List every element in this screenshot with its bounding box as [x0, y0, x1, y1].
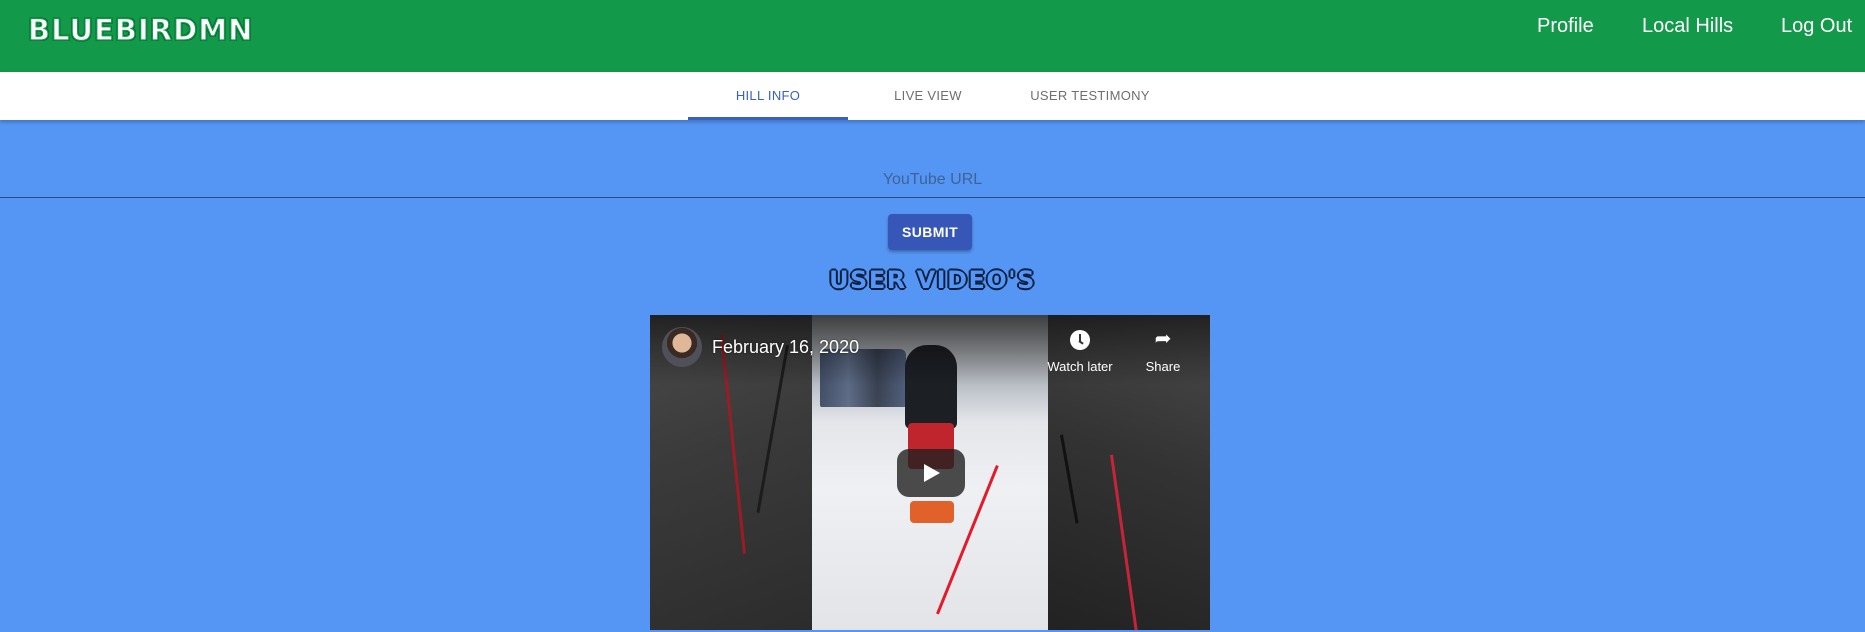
share-arrow-icon: ➦ [1154, 328, 1172, 350]
watch-later-label: Watch later [1047, 359, 1113, 374]
nav-profile-link[interactable]: Profile [1537, 15, 1594, 38]
tab-hill-info[interactable]: HILL INFO [688, 72, 848, 120]
tab-bar: HILL INFO LIVE VIEW USER TESTIMONY [0, 72, 1865, 120]
watch-later-button[interactable]: Watch later [1045, 327, 1115, 374]
submit-button[interactable]: SUBMIT [888, 214, 972, 250]
share-button[interactable]: ➦ Share [1128, 327, 1198, 374]
channel-avatar[interactable] [662, 327, 702, 367]
youtube-video-player[interactable]: February 16, 2020 Watch later ➦ Share [650, 315, 1210, 630]
user-videos-heading: USER VIDEO'S [829, 266, 1036, 294]
tab-user-testimony[interactable]: USER TESTIMONY [1008, 72, 1172, 120]
youtube-url-input[interactable] [0, 162, 1865, 198]
tab-live-view[interactable]: LIVE VIEW [848, 72, 1008, 120]
nav-local-hills-link[interactable]: Local Hills [1642, 15, 1733, 38]
video-skier-boots [910, 501, 954, 523]
clock-icon [1045, 327, 1115, 351]
brand-logo[interactable]: BLUEBIRDMN [27, 12, 253, 47]
app-bar: BLUEBIRDMN Profile Local Hills Log Out [0, 0, 1865, 72]
share-label: Share [1145, 359, 1181, 374]
nav-log-out-link[interactable]: Log Out [1781, 15, 1852, 38]
active-tab-indicator [688, 117, 848, 120]
play-icon[interactable] [897, 449, 965, 497]
video-title[interactable]: February 16, 2020 [712, 337, 859, 358]
